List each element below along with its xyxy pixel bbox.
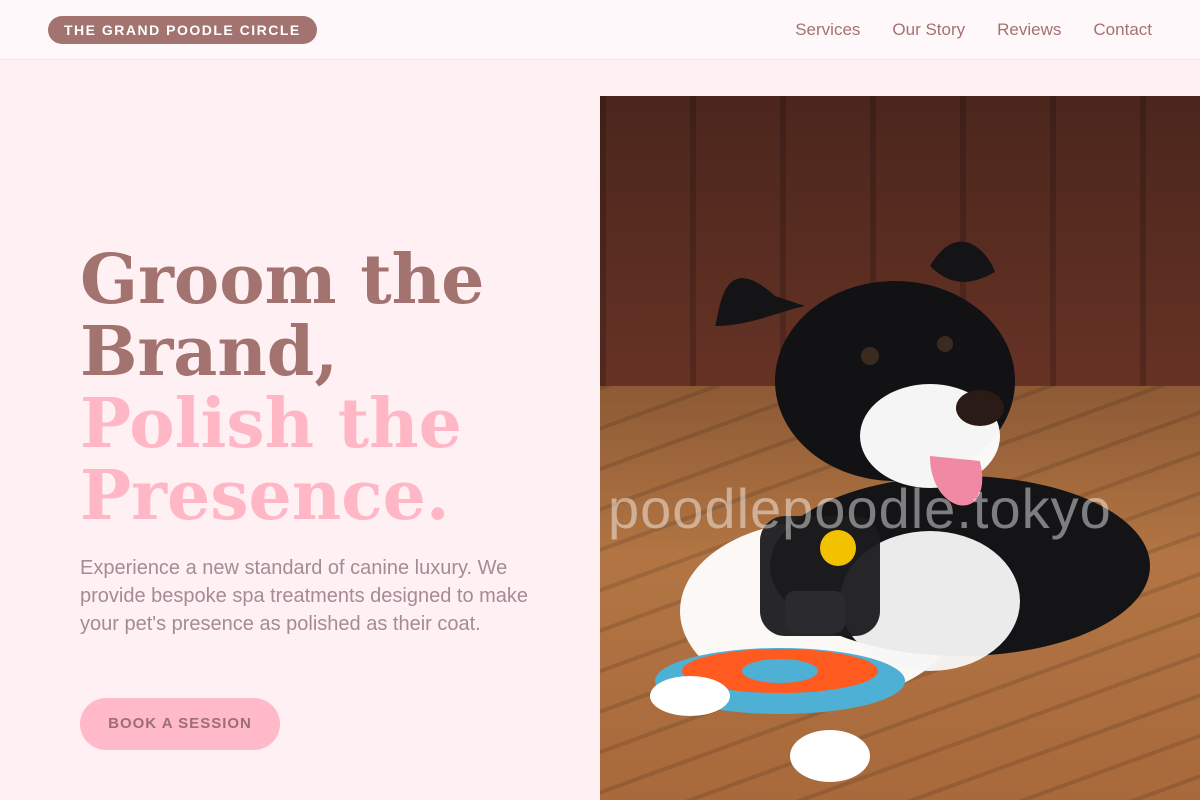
book-session-button[interactable]: BOOK A SESSION — [80, 698, 280, 750]
brand-logo[interactable]: THE GRAND POODLE CIRCLE — [48, 16, 317, 44]
hero-headline: Groom the Brand, Polish the Presence. — [80, 244, 560, 532]
photo-watermark: poodlepoodle.tokyo — [608, 477, 1112, 540]
nav-reviews[interactable]: Reviews — [997, 0, 1061, 60]
nav-our-story[interactable]: Our Story — [892, 0, 965, 60]
hero-section: Groom the Brand, Polish the Presence. Ex… — [80, 244, 560, 750]
nav-services[interactable]: Services — [795, 0, 860, 60]
primary-nav: Services Our Story Reviews Contact — [795, 0, 1152, 60]
hero-subcopy: Experience a new standard of canine luxu… — [80, 557, 529, 635]
headline-line-3: Polish the — [80, 384, 462, 464]
headline-line-2: Brand, — [80, 312, 339, 392]
headline-line-1: Groom the — [80, 240, 485, 320]
hero-photo: poodlepoodle.tokyo — [600, 96, 1200, 800]
dog-photo-icon — [650, 241, 1150, 782]
site-header: THE GRAND POODLE CIRCLE Services Our Sto… — [0, 0, 1200, 60]
nav-contact[interactable]: Contact — [1093, 0, 1152, 60]
headline-line-4: Presence. — [80, 456, 450, 536]
